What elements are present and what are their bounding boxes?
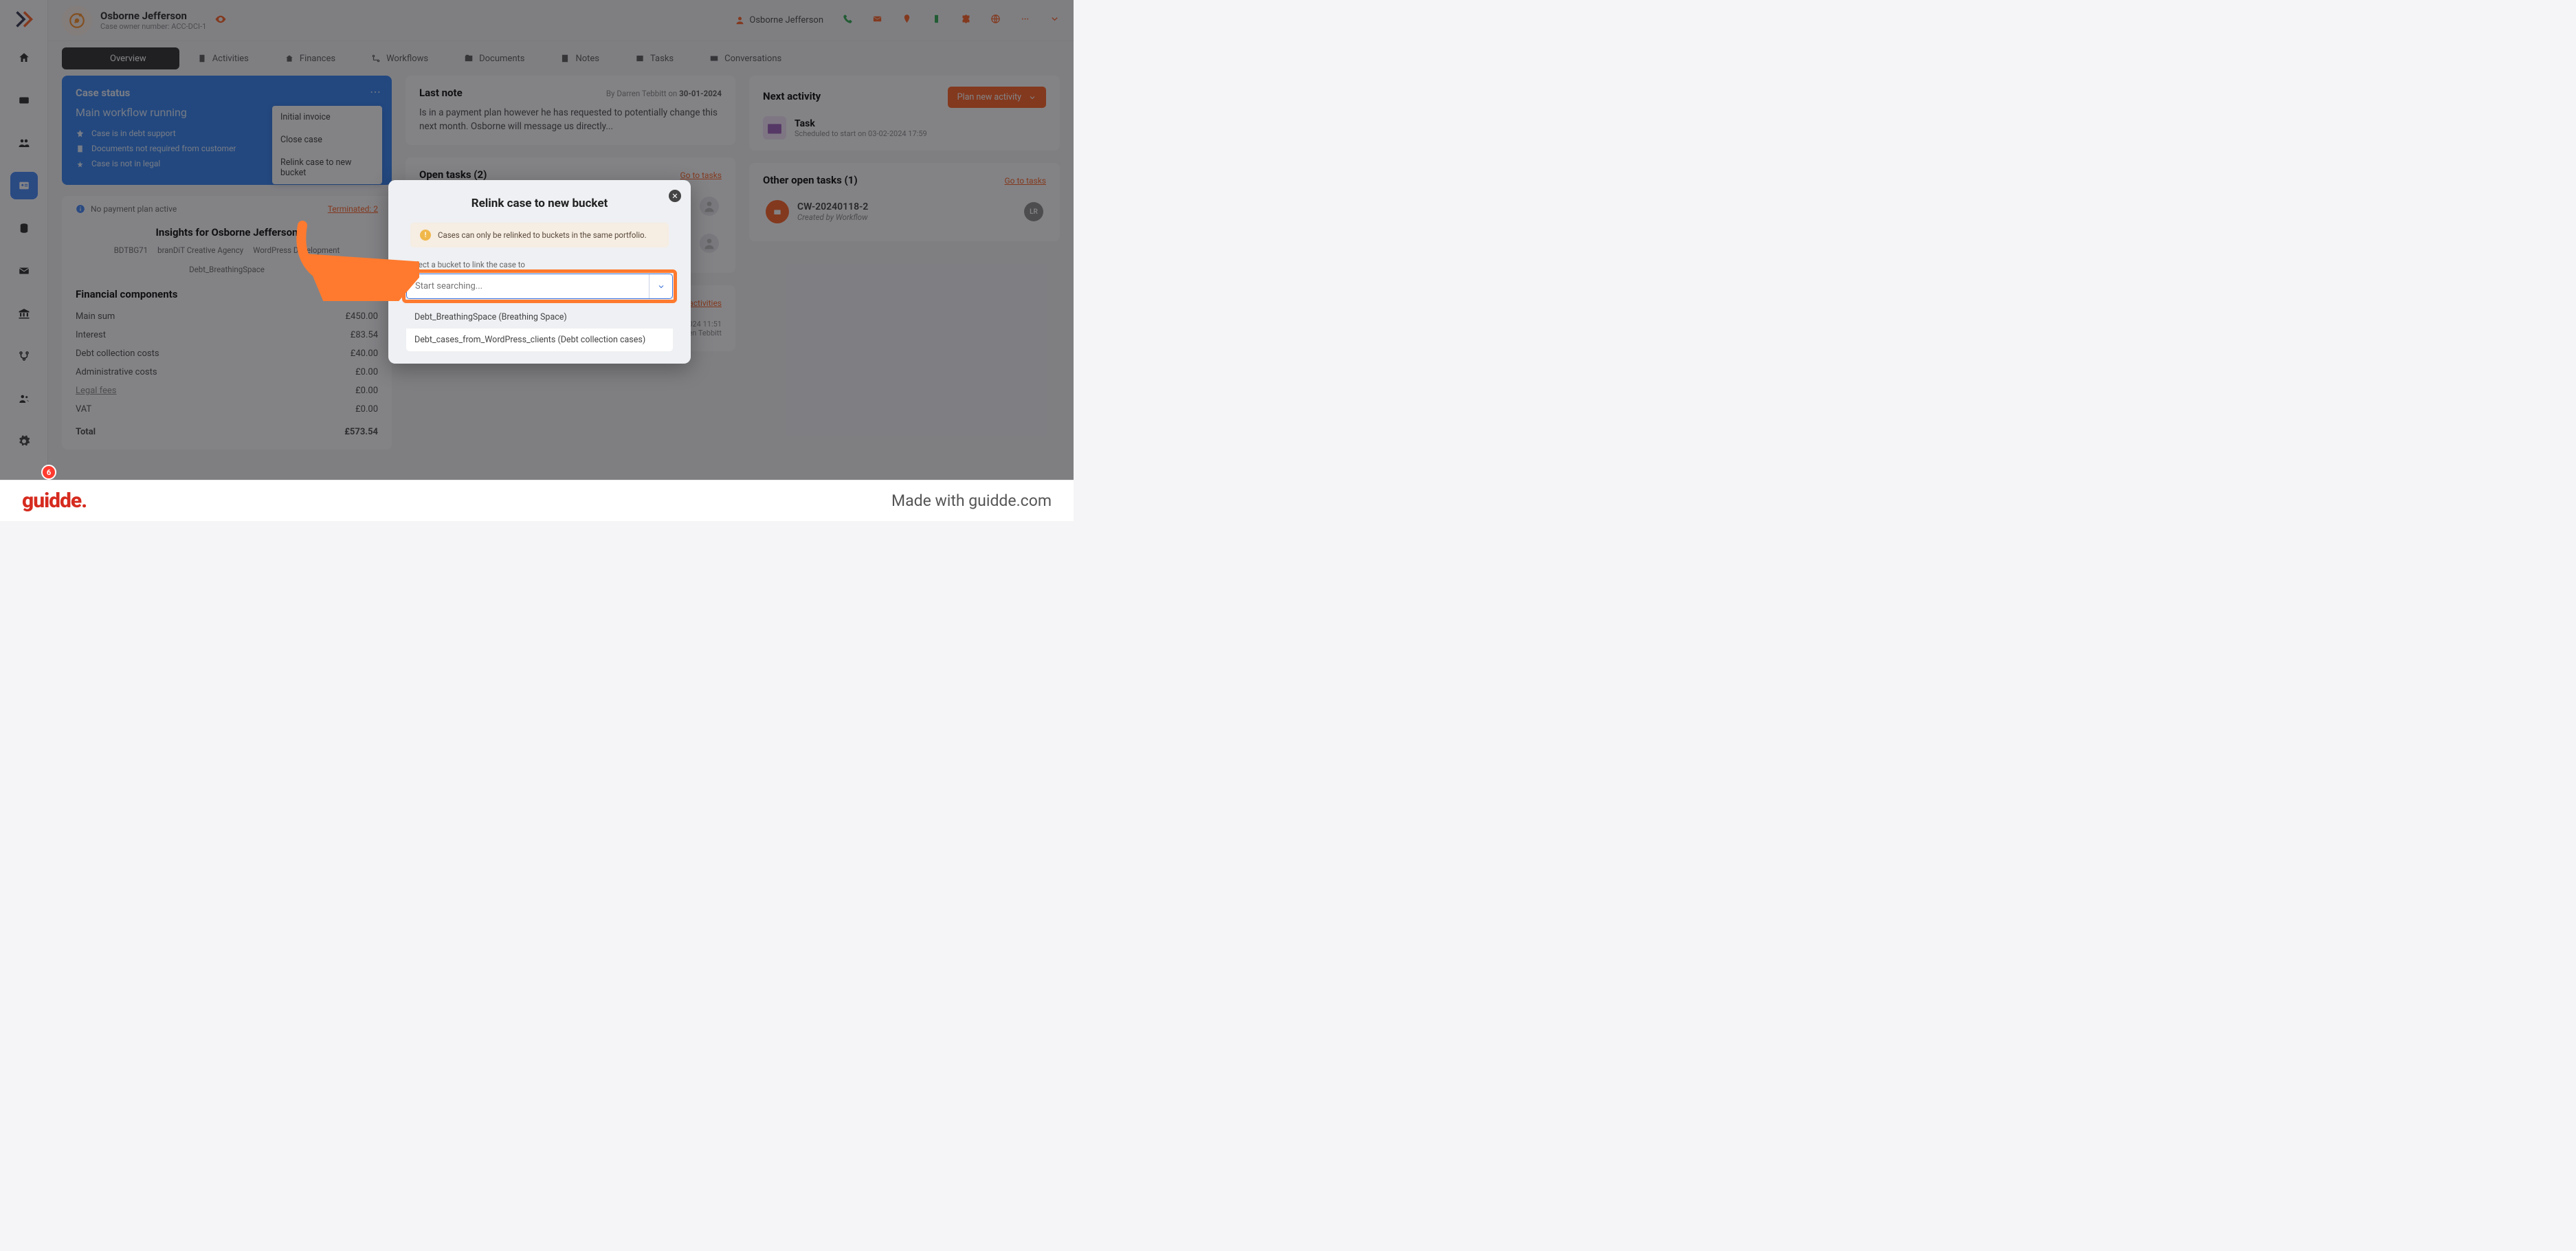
chevron-down-icon[interactable] <box>649 274 672 298</box>
field-label: Select a bucket to link the case to <box>408 260 673 269</box>
close-icon[interactable]: ✕ <box>669 190 681 202</box>
modal-alert: ! Cases can only be relinked to buckets … <box>410 223 669 247</box>
modal-title: Relink case to new bucket <box>406 197 673 210</box>
footer: guidde. Made with guidde.com <box>0 480 1074 521</box>
guidde-logo: guidde. <box>22 489 87 513</box>
bucket-search <box>406 274 673 299</box>
relink-modal: ✕ Relink case to new bucket ! Cases can … <box>388 180 691 364</box>
search-input[interactable] <box>407 274 649 298</box>
notification-badge[interactable]: 6 <box>41 465 55 478</box>
warning-icon: ! <box>420 230 431 241</box>
option-item[interactable]: Debt_cases_from_WordPress_clients (Debt … <box>406 329 673 351</box>
made-with: Made with guidde.com <box>891 491 1052 510</box>
option-item[interactable]: Debt_BreathingSpace (Breathing Space) <box>406 306 673 329</box>
options-list: Debt_BreathingSpace (Breathing Space) De… <box>406 306 673 351</box>
